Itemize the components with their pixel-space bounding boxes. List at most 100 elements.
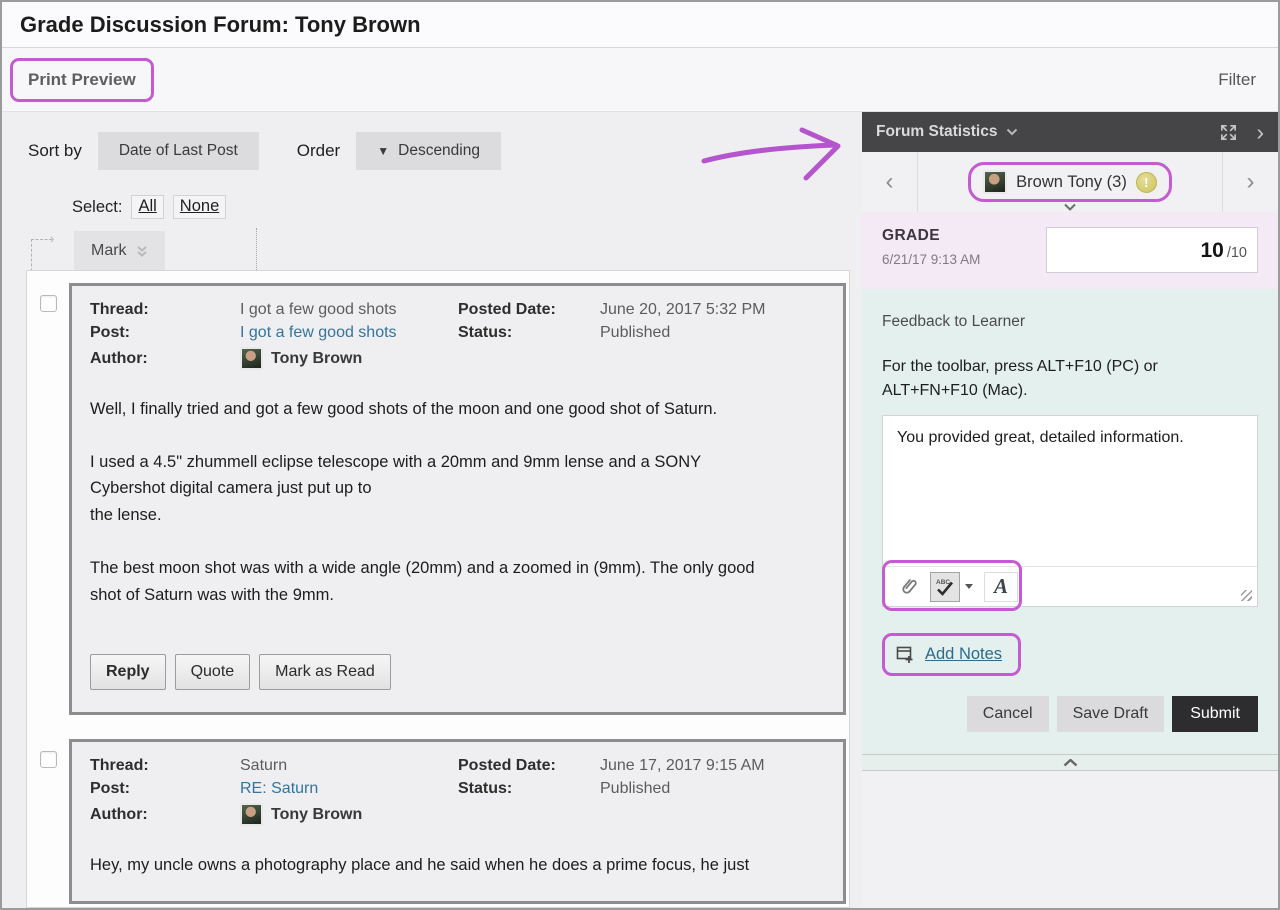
editor-toolbar: ABC A [883,566,1257,606]
post-meta: Thread: I got a few good shots Posted Da… [90,301,825,370]
post-label: Post: [90,324,240,342]
print-preview-button[interactable]: Print Preview [13,61,151,99]
attach-file-button[interactable] [893,572,923,602]
order-dropdown[interactable]: ▼ Descending [356,132,501,170]
panel-empty-area [862,771,1278,908]
branch-arrow-icon: › [50,231,54,246]
post-card: Thread: Saturn Posted Date: June 17, 201… [69,739,846,904]
grade-denominator: /10 [1227,245,1247,261]
posted-date-value: June 17, 2017 9:15 AM [600,757,825,775]
order-value: Descending [398,142,480,160]
chevron-down-icon [1006,128,1018,136]
add-notes-icon [896,645,915,664]
post-link[interactable]: RE: Saturn [240,780,458,798]
next-student-button[interactable]: › [1222,152,1278,212]
sort-controls: Sort by Date of Last Post Order ▼ Descen… [28,132,501,170]
feedback-heading: Feedback to Learner [882,313,1258,331]
author-label: Author: [90,350,240,368]
posted-date-label: Posted Date: [458,757,600,775]
mark-row: Mark [74,231,165,271]
mark-label: Mark [91,242,127,260]
author-avatar [240,803,263,826]
post-actions: Reply Quote Mark as Read [90,654,825,690]
posts-list: Thread: I got a few good shots Posted Da… [26,270,850,908]
select-all-link[interactable]: All [131,195,163,219]
author-cell: Tony Brown [240,803,458,826]
feedback-section: Feedback to Learner For the toolbar, pre… [862,289,1278,754]
sort-by-dropdown[interactable]: Date of Last Post [98,132,259,170]
post-paragraph: The best moon shot was with a wide angle… [90,555,825,608]
mark-as-read-button[interactable]: Mark as Read [259,654,391,690]
status-value: Published [600,780,825,798]
submit-button[interactable]: Submit [1172,696,1258,732]
author-name: Tony Brown [271,806,362,824]
print-preview-highlight: Print Preview [10,58,154,102]
double-chevron-down-icon [136,245,148,258]
author-cell: Tony Brown [240,347,458,370]
student-name: Brown Tony (3) [1016,173,1127,192]
student-avatar [983,170,1007,194]
spellcheck-button[interactable]: ABC [930,572,960,602]
resize-handle[interactable] [1241,590,1252,601]
font-style-button[interactable]: A [984,572,1018,602]
author-avatar [240,347,263,370]
grade-input[interactable]: 10 /10 [1046,227,1258,273]
post-link[interactable]: I got a few good shots [240,324,458,342]
post-paragraph: Hey, my uncle owns a photography place a… [90,852,825,879]
branch-line [31,239,52,240]
post-label: Post: [90,780,240,798]
sort-by-label: Sort by [28,141,82,161]
author-name: Tony Brown [271,350,362,368]
select-none-link[interactable]: None [173,195,226,219]
post-paragraph: I used a 4.5" zhummell eclipse telescope… [90,449,825,529]
select-label: Select: [72,198,122,217]
status-label: Status: [458,324,600,342]
post-gutter [27,283,69,715]
chevron-down-icon[interactable] [1063,203,1077,211]
collapse-strip[interactable] [862,754,1278,771]
post-checkbox[interactable] [40,751,57,768]
order-label: Order [297,141,340,161]
student-navigation: ‹ Brown Tony (3) ! › [862,152,1278,212]
descending-icon: ▼ [377,144,389,158]
post-card: Thread: I got a few good shots Posted Da… [69,283,846,715]
feedback-editor: You provided great, detailed information… [882,415,1258,607]
grade-section: GRADE 6/21/17 9:13 AM 10 /10 [862,212,1278,289]
status-value: Published [600,324,825,342]
post-row: Thread: I got a few good shots Posted Da… [27,283,849,715]
spellcheck-dropdown-caret[interactable] [965,584,973,589]
select-controls: Select: All None [72,195,226,219]
collapse-panel-chevron[interactable]: › [1256,121,1264,144]
student-selector-area: Brown Tony (3) ! [918,152,1222,212]
grade-label: GRADE [882,227,980,245]
sort-by-value: Date of Last Post [119,142,238,160]
quote-button[interactable]: Quote [175,654,251,690]
forum-statistics-header: Forum Statistics › [862,112,1278,152]
add-notes-link[interactable]: Add Notes [925,645,1002,664]
status-label: Status: [458,780,600,798]
feedback-textarea[interactable]: You provided great, detailed information… [883,416,1257,566]
expand-icon[interactable] [1219,123,1238,142]
add-notes-highlight: Add Notes [882,633,1021,676]
posted-date-value: June 20, 2017 5:32 PM [600,301,825,319]
previous-student-button[interactable]: ‹ [862,152,918,212]
save-draft-button[interactable]: Save Draft [1057,696,1165,732]
spellcheck-icon: ABC [935,577,955,597]
filter-button[interactable]: Filter [1218,70,1256,90]
cancel-button[interactable]: Cancel [967,696,1049,732]
title-bar: Grade Discussion Forum: Tony Brown [2,2,1278,48]
grade-date: 6/21/17 9:13 AM [882,252,980,267]
grade-score: 10 [1200,239,1223,263]
thread-value: Saturn [240,757,458,775]
thread-list-area: Sort by Date of Last Post Order ▼ Descen… [2,112,862,908]
reply-button[interactable]: Reply [90,654,166,690]
forum-statistics-dropdown[interactable]: Forum Statistics [876,123,1018,141]
post-paragraph: Well, I finally tried and got a few good… [90,396,825,423]
posted-date-label: Posted Date: [458,301,600,319]
student-selector[interactable]: Brown Tony (3) ! [968,162,1172,202]
author-label: Author: [90,806,240,824]
post-checkbox[interactable] [40,295,57,312]
feedback-buttons: Cancel Save Draft Submit [882,696,1258,732]
thread-value: I got a few good shots [240,301,458,319]
mark-dropdown[interactable]: Mark [74,231,165,271]
